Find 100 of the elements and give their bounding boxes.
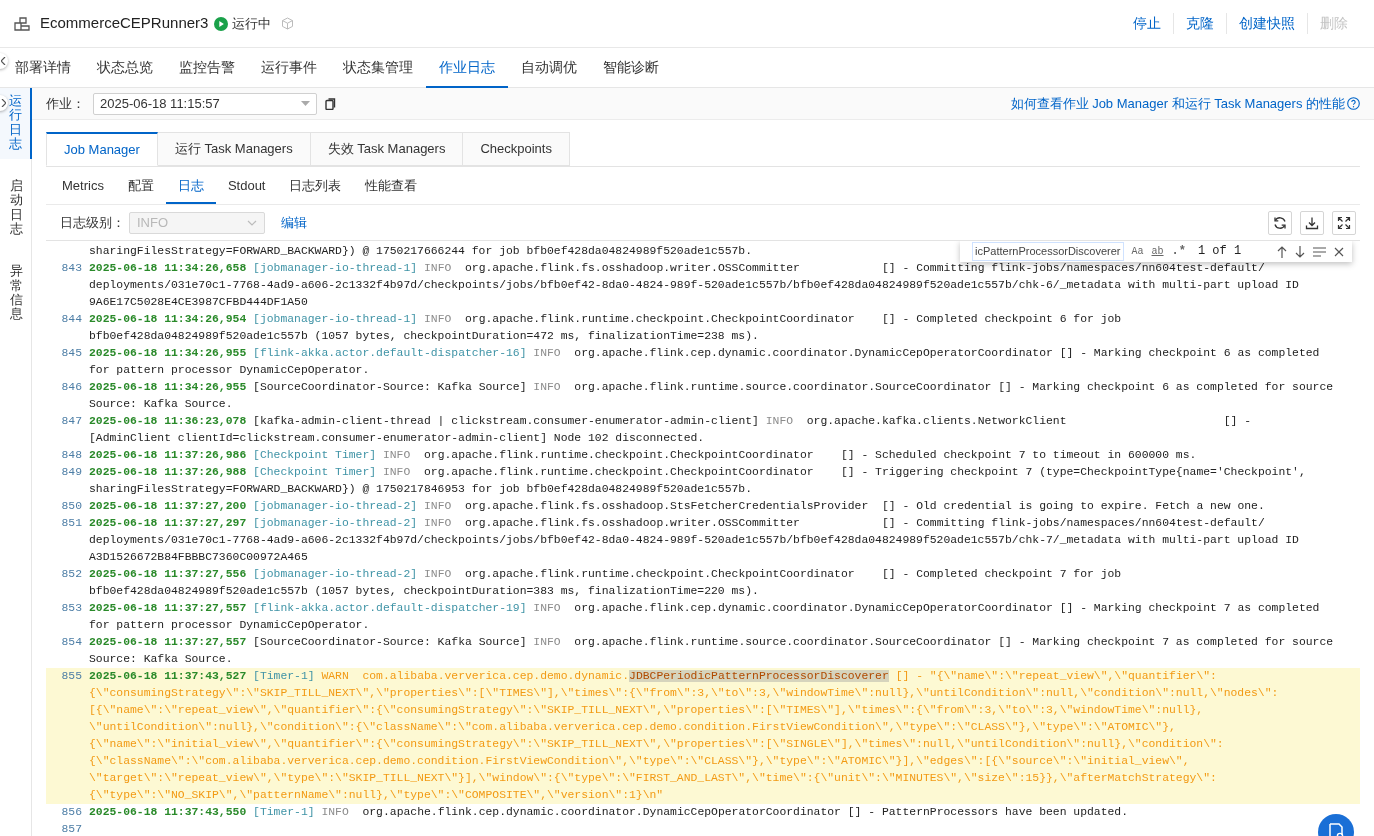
log-message: {\"consumingStrategy\":\"SKIP_TILL_NEXT\",\"properties\":[\"TIMES\"],\"times\":{\"from\":3,\"to\":3,\"windowTime\":null},\"untilCondition\":null,\"condition\":null,\"nodes\": [89,687,1279,699]
action-link[interactable]: 创建快照 [1227,13,1308,34]
line-number: 848 [61,449,82,461]
app-title: EcommerceCEPRunner3 [40,13,209,34]
log-timestamp: 2025-06-18 11:34:26,954 [89,313,247,325]
log-message: org.apache.flink.runtime.checkpoint.CheckpointCoordinator [] - Scheduled checkpoint 7 to timeout in 600000 ms. [423,449,1197,461]
sub-tab[interactable]: Metrics [50,170,116,204]
log-message: org.apache.flink.cep.dynamic.coordinator.DynamicCepOperatorCoordinator [] - Marking checkpoint 6 as completed [574,347,1320,359]
log-message: \"untilCondition\":null},\"condition\":{\"className\":\"com.alibaba.ververica.cep.demo.condition.FirstViewCondition\",\"type\":\"CLASS\"},\"type\":\"ATOMIC\"}, [89,721,1176,733]
log-timestamp: 2025-06-18 11:37:27,556 [89,568,247,580]
line-number: 845 [61,347,82,359]
action-link[interactable]: 克隆 [1174,13,1227,34]
tab[interactable]: 运行事件 [248,48,330,88]
log-level-label: 日志级别： [60,213,125,232]
side-tab[interactable]: 启动日志 [0,173,32,245]
log-message: bfb0ef428da04824989f520ade1c557b (1057 bytes, checkpointDuration=383 ms, finalizationTime=220 ms). [89,585,759,597]
line-number: 849 [61,466,82,478]
log-level: WARN [321,670,349,682]
line-number: 854 [61,636,82,648]
log-thread: [SourceCoordinator-Source: Kafka Source] [253,381,527,393]
sub-tab[interactable]: 性能查看 [353,170,430,204]
log-timestamp: 2025-06-18 11:34:26,658 [89,262,247,274]
log-timestamp: 2025-06-18 11:37:27,297 [89,517,247,529]
edit-link[interactable]: 编辑 [281,212,307,233]
log-level: INFO [382,466,411,478]
sub-tab[interactable]: Stdout [215,170,278,204]
find-field[interactable]: icPatternProcessorDiscoverer [972,242,1124,261]
tab[interactable]: 运行 Task Managers [157,132,311,166]
line-number: 853 [61,602,82,614]
log-message: [{\"name\":\"repeat_view\",\"quantifier\":{\"consumingStrategy\":\"SKIP_TILL_NEXT\",\"properties\":[\"TIMES\"],\"times\":{\"from\":3,\"to\":3,\"windowTime\":null}, [89,704,1204,716]
log-timestamp: 2025-06-18 11:34:26,955 [89,347,247,359]
log-message: \"target\":\"repeat_view\",\"type\":\"SKIP_TILL_NEXT\"}],\"window\":{\"type\":\"FIRST_AND_LAST\",\"time\":{\"unit\":\"MINUTES\",\"size\":15}},\"afterMatchStrategy\": [89,772,1217,784]
tab[interactable]: 失效 Task Managers [310,132,464,166]
tab[interactable]: Job Manager [46,132,158,166]
line-number: 852 [61,568,82,580]
action-link[interactable]: 停止 [1121,13,1174,34]
match-count: 1 of 1 [1197,243,1242,260]
log-message: Source: Kafka Source. [89,398,233,410]
log-message: sharingFilesStrategy=FORWARD_BACKWARD}) @ 1750217666244 for job bfb0ef428da04824989f520ade1c557b. [89,245,753,257]
log-level: INFO [533,602,561,614]
tab[interactable]: 自动调优 [508,48,590,88]
log-message: org.apache.kafka.clients.NetworkClient [] - [806,415,1252,427]
log-thread: [jobmanager-io-thread-2] [253,500,418,512]
log-timestamp: 2025-06-18 11:37:27,557 [89,602,247,614]
log-message: {\"type\":\"NO_SKIP\",\"patternName\":null},\"type\":\"COMPOSITE\",\"version\":1}\n" [89,789,664,801]
log-level: INFO [423,262,452,274]
log-message: org.apache.flink.cep.dynamic.coordinator.DynamicCepOperatorCoordinator [] - Marking checkpoint 7 as completed [574,602,1320,614]
tab[interactable]: 状态总览 [84,48,166,88]
line-number: 855 [61,670,82,682]
log-message: org.apache.flink.runtime.checkpoint.CheckpointCoordinator [] - Completed checkpoint 6 for job [465,313,1122,325]
tab[interactable]: 部署详情 [2,48,84,88]
log-thread: [Checkpoint Timer] [253,466,377,478]
line-number: 846 [61,381,82,393]
line-number: 847 [61,415,82,427]
log-timestamp: 2025-06-18 11:37:43,550 [89,806,247,818]
status-label: 运行中 [232,14,272,33]
log-message: org.apache.flink.fs.osshadoop.writer.OSSCommitter [] - Committing flink-jobs/namespaces/nn604test-default/ [465,517,1265,529]
log-message: {\"className\":\"com.alibaba.ververica.cep.demo.condition.FirstViewCondition\",\"type\":\"CLASS\"},\"type\":\"ATOMIC\"}],\"edges\":[{\"source\":\"initial_view\", [89,755,1190,767]
job-select[interactable]: 2025-06-18 11:15:57 [93,92,317,115]
log-message: deployments/031e70c1-7768-4ad9-a606-2c1332f4b97d/checkpoints/jobs/bfb0ef42-8da0-4824-989f-520ade1c557b/bfb0ef428da04824989f520ade1c557b/chk-7/_metadata with multi-part upload ID [89,534,1299,546]
log-thread: [SourceCoordinator-Source: Kafka Source] [253,636,527,648]
line-number: 851 [61,517,82,529]
log-thread: [Checkpoint Timer] [253,449,377,461]
log-timestamp: 2025-06-18 11:37:26,988 [89,466,247,478]
job-label: 作业： [46,94,85,113]
log-level: INFO [533,347,561,359]
tab[interactable]: 状态集管理 [330,48,426,88]
log-message: for pattern processor DynamicCepOperator. [89,619,370,631]
tab[interactable]: Checkpoints [463,132,570,166]
sub-tab[interactable]: 配置 [115,170,166,204]
whole-word-toggle[interactable]: ab [1151,243,1164,260]
log-message: deployments/031e70c1-7768-4ad9-a606-2c1332f4b97d/checkpoints/jobs/bfb0ef42-8da0-4824-989f-520ade1c557b/bfb0ef428da04824989f520ade1c557b/chk-6/_metadata with multi-part upload ID [89,279,1299,291]
sub-tab[interactable]: 日志 [165,170,216,204]
log-thread: [flink-akka.actor.default-dispatcher-19] [253,602,527,614]
match-case-toggle[interactable]: Aa [1131,243,1144,260]
log-thread: [kafka-admin-client-thread | clickstream.consumer-enumerator-admin-client] [253,415,759,427]
line-number: 850 [61,500,82,512]
tab[interactable]: 监控告警 [166,48,248,88]
log-timestamp: 2025-06-18 11:37:27,200 [89,500,247,512]
side-tab[interactable]: 运行日志 [0,88,32,160]
side-tab[interactable]: 异常信息 [0,258,32,330]
log-thread: [jobmanager-io-thread-2] [253,568,418,580]
log-thread: [Timer-1] [253,806,315,818]
regex-toggle[interactable]: .* [1171,243,1186,260]
log-message: org.apache.flink.runtime.source.coordinator.SourceCoordinator [] - Marking checkpoint 7 as completed for source [574,636,1334,648]
log-message: bfb0ef428da04824989f520ade1c557b (1057 bytes, checkpointDuration=472 ms, finalizationTime=238 ms). [89,330,759,342]
log-level: INFO [423,313,452,325]
tab[interactable]: 智能诊断 [590,48,672,88]
log-message: org.apache.flink.fs.osshadoop.writer.OSSCommitter [] - Committing flink-jobs/namespaces/nn604test-default/ [465,262,1265,274]
log-message: Source: Kafka Source. [89,653,233,665]
log-timestamp: 2025-06-18 11:36:23,078 [89,415,247,427]
log-thread: [jobmanager-io-thread-1] [253,313,418,325]
sub-tab[interactable]: 日志列表 [277,170,354,204]
help-link[interactable]: 如何查看作业 Job Manager 和运行 Task Managers 的性能 [1010,93,1345,114]
log-message: for pattern processor DynamicCepOperator. [89,364,370,376]
log-level: INFO [533,636,561,648]
line-number: 843 [61,262,82,274]
log-message: org.apache.flink.runtime.source.coordinator.SourceCoordinator [] - Marking checkpoint 6 as completed for source [574,381,1334,393]
log-level: INFO [423,568,452,580]
log-message: A3D1526672B84FBBBC7360C00972A465 [89,551,308,563]
